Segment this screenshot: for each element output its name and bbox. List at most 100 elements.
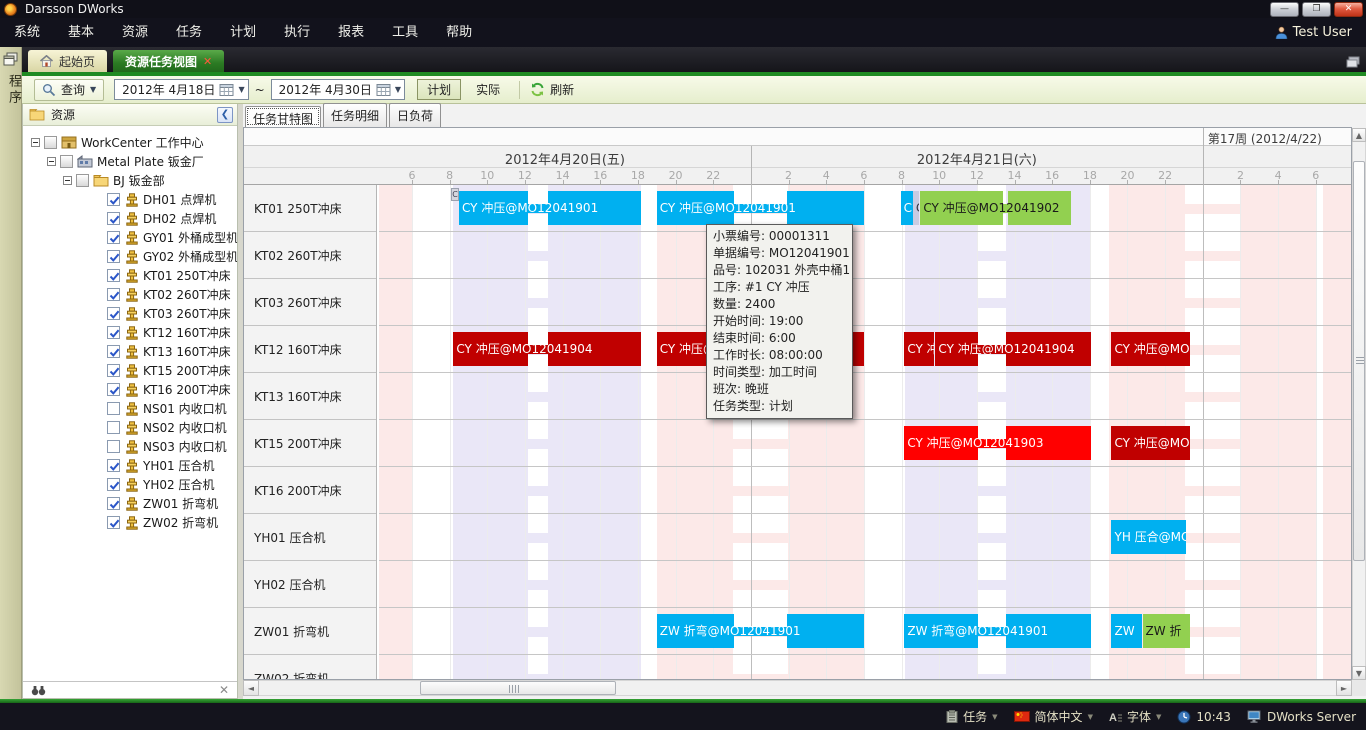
task-bar[interactable]: ZW [1111,608,1141,655]
tree-item-zw02[interactable]: ZW02 折弯机 [23,513,237,532]
task-bar[interactable]: CY 冲压@MO1 [1111,326,1189,373]
tree-item-bj[interactable]: BJ 钣金部 [23,171,237,190]
window-list-icon[interactable] [1346,56,1360,68]
query-button[interactable]: 查询 ▼ [34,79,104,101]
tree-item-yh02[interactable]: YH02 压合机 [23,475,237,494]
tree-checkbox[interactable] [60,155,73,168]
refresh-button[interactable]: 刷新 [530,81,574,98]
scroll-up-button[interactable]: ▲ [1352,128,1366,142]
task-bar[interactable]: CY 冲压@MO12041901 [459,185,641,232]
task-bar[interactable]: ZW 折 [1143,608,1190,655]
tree-item-dh01[interactable]: DH01 点焊机 [23,190,237,209]
tab-task-gantt[interactable]: 任务甘特图 [245,106,321,127]
tree-checkbox[interactable] [44,136,57,149]
status-item-4[interactable]: 10:43 [1177,710,1231,724]
tree-checkbox[interactable] [76,174,89,187]
tree-expander-icon[interactable] [63,176,72,185]
status-caret-icon[interactable]: ▼ [992,713,997,721]
scroll-down-button[interactable]: ▼ [1352,666,1366,680]
menu-item-4[interactable]: 任务 [162,18,216,47]
tree-item-kt12[interactable]: KT12 160T冲床 [23,323,237,342]
minimize-button[interactable]: — [1270,2,1299,17]
menu-item-6[interactable]: 执行 [270,18,324,47]
tree-checkbox[interactable] [107,345,120,358]
tree-checkbox[interactable] [107,307,120,320]
task-bar[interactable]: C [913,185,920,232]
restore-button[interactable]: ❐ [1302,2,1331,17]
scroll-right-button[interactable]: ► [1336,680,1352,696]
tab-close-icon[interactable]: ✕ [203,55,212,68]
actual-toggle-button[interactable]: 实际 [467,79,509,100]
tree-item-kt01[interactable]: KT01 250T冲床 [23,266,237,285]
close-button[interactable]: ✕ [1334,2,1363,17]
menu-item-5[interactable]: 计划 [216,18,270,47]
bar-resize-handle[interactable]: C [451,188,459,201]
tree-checkbox[interactable] [107,383,120,396]
tree-checkbox[interactable] [107,459,120,472]
menu-item-2[interactable]: 基本 [54,18,108,47]
task-bar[interactable]: CY 冲 [904,326,933,373]
date-from-caret-icon[interactable]: ▼ [238,85,244,94]
tab-daily-load[interactable]: 日负荷 [389,103,441,127]
tree-checkbox[interactable] [107,326,120,339]
footer-close-icon[interactable]: ✕ [219,683,229,697]
status-caret-icon[interactable]: ▼ [1088,713,1093,721]
task-bar[interactable]: CY 冲压@MO12041902 [920,185,1071,232]
status-item-5[interactable]: DWorks Server [1247,710,1356,724]
tree-expander-icon[interactable] [31,138,40,147]
horizontal-scrollbar-thumb[interactable] [420,681,616,695]
tree-item-ns01[interactable]: NS01 内收口机 [23,399,237,418]
vertical-scrollbar-thumb[interactable] [1353,161,1365,561]
date-from-field[interactable]: 2012年 4月18日 ▼ [114,79,248,100]
task-bar[interactable]: C [901,185,913,232]
menu-item-9[interactable]: 帮助 [432,18,486,47]
task-bar[interactable]: CY 冲压@MO1 [1111,420,1189,467]
status-item-3[interactable]: A字体▼ [1109,708,1161,725]
tree-checkbox[interactable] [107,402,120,415]
tree-item-kt02[interactable]: KT02 260T冲床 [23,285,237,304]
tab-start-page[interactable]: 起始页 [28,50,107,72]
status-item-1[interactable]: 任务▼ [946,708,997,725]
binoculars-icon[interactable] [31,685,46,696]
task-bar[interactable]: YH 压合@MO1 [1111,514,1185,561]
tree-checkbox[interactable] [107,478,120,491]
tree-item-yh01[interactable]: YH01 压合机 [23,456,237,475]
tree-item-dh02[interactable]: DH02 点焊机 [23,209,237,228]
plan-toggle-button[interactable]: 计划 [417,79,461,100]
date-to-caret-icon[interactable]: ▼ [395,85,401,94]
tree-checkbox[interactable] [107,269,120,282]
menu-item-3[interactable]: 资源 [108,18,162,47]
status-item-2[interactable]: 简体中文▼ [1014,708,1093,725]
horizontal-scrollbar[interactable] [243,680,1352,696]
tree-checkbox[interactable] [107,516,120,529]
tree-item-ns03[interactable]: NS03 内收口机 [23,437,237,456]
tree-item-gy02[interactable]: GY02 外桶成型机 [23,247,237,266]
programs-tab[interactable]: 程序 [4,74,23,106]
tree-item-kt15[interactable]: KT15 200T冲床 [23,361,237,380]
tree-checkbox[interactable] [107,364,120,377]
tree-checkbox[interactable] [107,212,120,225]
tree-checkbox[interactable] [107,497,120,510]
tree-checkbox[interactable] [107,421,120,434]
tree-expander-icon[interactable] [47,157,56,166]
tree-item-metal[interactable]: Metal Plate 钣金厂 [23,152,237,171]
tree-item-ns02[interactable]: NS02 内收口机 [23,418,237,437]
tree-checkbox[interactable] [107,440,120,453]
tab-task-detail[interactable]: 任务明细 [323,103,387,127]
task-bar[interactable]: CY 冲压@MO12041904 [453,326,640,373]
menu-item-7[interactable]: 报表 [324,18,378,47]
status-caret-icon[interactable]: ▼ [1156,713,1161,721]
collapse-panel-button[interactable]: ❮ [217,107,233,123]
tree-item-zw01[interactable]: ZW01 折弯机 [23,494,237,513]
date-to-field[interactable]: 2012年 4月30日 ▼ [271,79,405,100]
tree-item-kt13[interactable]: KT13 160T冲床 [23,342,237,361]
tree-item-workcenter[interactable]: WorkCenter 工作中心 [23,133,237,152]
tree-item-gy01[interactable]: GY01 外桶成型机 [23,228,237,247]
task-bar[interactable]: ZW 折弯@MO12041901 [904,608,1090,655]
task-bar[interactable]: CY 冲压@MO12041904 [935,326,1090,373]
tree-checkbox[interactable] [107,193,120,206]
menu-item-8[interactable]: 工具 [378,18,432,47]
tree-checkbox[interactable] [107,250,120,263]
tree-checkbox[interactable] [107,231,120,244]
tree-item-kt16[interactable]: KT16 200T冲床 [23,380,237,399]
